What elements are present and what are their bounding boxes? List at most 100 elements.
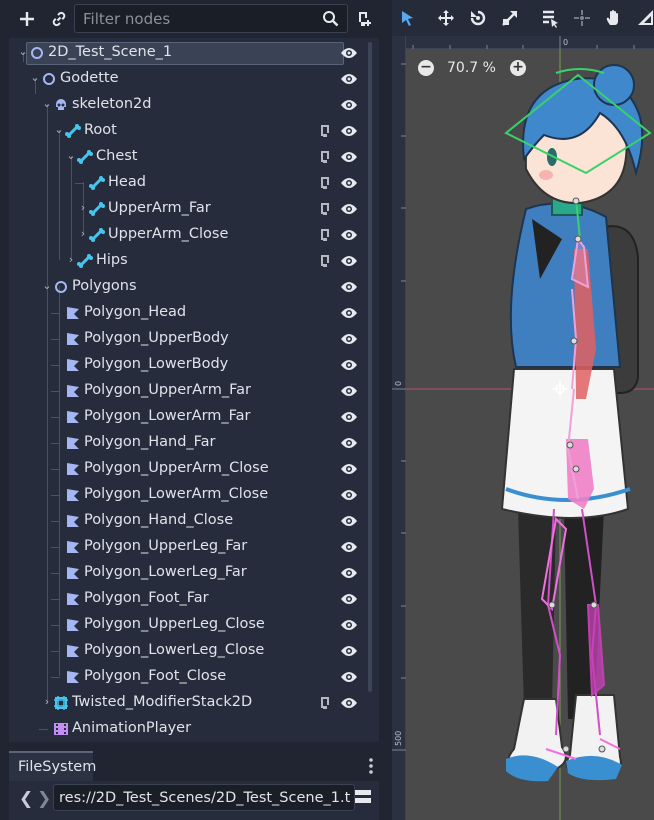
filter-nodes-input[interactable] <box>75 5 305 32</box>
pan-icon[interactable] <box>604 8 624 28</box>
tree-item[interactable]: Head <box>9 170 369 196</box>
visibility-eye-icon[interactable] <box>340 124 358 138</box>
chevron-down-icon[interactable]: ⌄ <box>17 45 29 59</box>
script-icon[interactable] <box>318 254 332 268</box>
script-icon[interactable] <box>318 124 332 138</box>
tree-item[interactable]: Polygon_LowerBody <box>9 352 369 378</box>
script-icon[interactable] <box>318 176 332 190</box>
add-node-button[interactable] <box>14 6 40 32</box>
script-icon[interactable] <box>318 228 332 242</box>
visibility-eye-icon[interactable] <box>340 436 358 450</box>
tree-item[interactable]: Polygon_LowerLeg_Far <box>9 560 369 586</box>
visibility-eye-icon[interactable] <box>340 98 358 112</box>
visibility-eye-icon[interactable] <box>340 150 358 164</box>
path-field[interactable] <box>53 784 355 811</box>
chevron-down-icon[interactable]: ⌄ <box>29 71 41 85</box>
visibility-eye-icon[interactable] <box>340 618 358 632</box>
tree-item[interactable]: ⌄ Chest <box>9 144 369 170</box>
path-input[interactable] <box>54 785 350 810</box>
instance-child-scene-button[interactable] <box>46 7 72 31</box>
visibility-eye-icon[interactable] <box>340 254 358 268</box>
tree-branch <box>51 547 60 548</box>
tree-item[interactable]: ⌄ Polygons <box>9 274 369 300</box>
script-icon[interactable] <box>318 202 332 216</box>
chevron-down-icon[interactable]: ⌄ <box>53 123 65 137</box>
tree-item[interactable]: Polygon_UpperArm_Far <box>9 378 369 404</box>
tree-item-label: 2D_Test_Scene_1 <box>48 44 173 60</box>
tree-item[interactable]: ⌄ skeleton2d <box>9 92 369 118</box>
tree-item[interactable]: Polygon_Hand_Far <box>9 430 369 456</box>
polygon-icon <box>65 305 81 321</box>
tree-item[interactable]: Polygon_Foot_Far <box>9 586 369 612</box>
tab-filesystem[interactable]: FileSystem <box>9 751 96 781</box>
tree-item[interactable]: Polygon_UpperBody <box>9 326 369 352</box>
scale-icon[interactable] <box>500 8 520 28</box>
visibility-eye-icon[interactable] <box>340 280 358 294</box>
chevron-left-icon[interactable]: ❮ <box>19 789 33 809</box>
visibility-eye-icon[interactable] <box>340 306 358 320</box>
tree-item[interactable]: › Twisted_ModifierStack2D <box>9 690 369 716</box>
visibility-eye-icon[interactable] <box>340 462 358 476</box>
visibility-eye-icon[interactable] <box>340 488 358 502</box>
canvas-2d[interactable]: − 70.7 % + <box>406 49 654 820</box>
chevron-down-icon[interactable]: ⌄ <box>41 279 53 293</box>
visibility-eye-icon[interactable] <box>340 670 358 684</box>
rotate-icon[interactable] <box>468 8 488 28</box>
filter-nodes-field[interactable] <box>74 4 348 33</box>
zoom-level[interactable]: 70.7 % <box>447 60 496 76</box>
chevron-right-icon[interactable]: › <box>65 253 77 267</box>
visibility-eye-icon[interactable] <box>340 384 358 398</box>
attach-script-button[interactable] <box>352 7 376 31</box>
visibility-eye-icon[interactable] <box>340 46 358 60</box>
select-icon[interactable] <box>397 8 417 28</box>
visibility-eye-icon[interactable] <box>340 332 358 346</box>
visibility-eye-icon[interactable] <box>340 540 358 554</box>
chevron-down-icon[interactable]: ⌄ <box>65 149 77 163</box>
tree-item[interactable]: Polygon_UpperLeg_Far <box>9 534 369 560</box>
tree-item[interactable]: Polygon_LowerLeg_Close <box>9 638 369 664</box>
tree-item[interactable]: ⌄ Root <box>9 118 369 144</box>
visibility-eye-icon[interactable] <box>340 358 358 372</box>
chevron-down-icon[interactable]: ⌄ <box>41 97 53 111</box>
tree-item[interactable]: Polygon_Hand_Close <box>9 508 369 534</box>
tree-item[interactable]: Polygon_UpperLeg_Close <box>9 612 369 638</box>
tree-item[interactable]: Polygon_UpperArm_Close <box>9 456 369 482</box>
visibility-eye-icon[interactable] <box>340 72 358 86</box>
script-icon[interactable] <box>318 696 332 710</box>
visibility-eye-icon[interactable] <box>340 176 358 190</box>
visibility-eye-icon[interactable] <box>340 592 358 606</box>
zoom-out-button[interactable]: − <box>418 60 434 76</box>
chevron-right-icon[interactable]: › <box>77 201 89 215</box>
tree-item[interactable]: Polygon_LowerArm_Far <box>9 404 369 430</box>
tree-item[interactable]: ⌄ 2D_Test_Scene_1 <box>9 40 369 66</box>
tree-item[interactable]: AnimationPlayer <box>9 716 369 742</box>
visibility-eye-icon[interactable] <box>340 202 358 216</box>
tree-item[interactable]: Polygon_LowerArm_Close <box>9 482 369 508</box>
leg-far <box>518 509 556 709</box>
list-select-icon[interactable] <box>540 8 560 28</box>
ruler-top-label-0: 0 <box>563 38 568 47</box>
script-icon[interactable] <box>318 150 332 164</box>
tree-item[interactable]: ⌄ Godette <box>9 66 369 92</box>
visibility-eye-icon[interactable] <box>340 410 358 424</box>
tree-scrollbar[interactable] <box>368 42 372 692</box>
tree-item[interactable]: › Hips <box>9 248 369 274</box>
move-icon[interactable] <box>436 8 456 28</box>
visibility-eye-icon[interactable] <box>340 644 358 658</box>
ruler-icon[interactable] <box>636 8 654 28</box>
pivot-icon[interactable] <box>572 8 592 28</box>
visibility-eye-icon[interactable] <box>340 514 358 528</box>
tree-item[interactable]: Polygon_Foot_Close <box>9 664 369 690</box>
tree-item[interactable]: Polygon_Head <box>9 300 369 326</box>
visibility-eye-icon[interactable] <box>340 228 358 242</box>
list-view-icon[interactable] <box>355 788 371 804</box>
zoom-in-button[interactable]: + <box>509 60 526 76</box>
chevron-right-icon[interactable]: › <box>41 695 53 709</box>
tree-item[interactable]: › UpperArm_Far <box>9 196 369 222</box>
tree-item[interactable]: › UpperArm_Close <box>9 222 369 248</box>
chevron-right-icon[interactable]: › <box>77 227 89 241</box>
visibility-eye-icon[interactable] <box>340 696 358 710</box>
chevron-right-icon[interactable]: ❯ <box>37 789 51 809</box>
visibility-eye-icon[interactable] <box>340 566 358 580</box>
kebab-menu-icon[interactable] <box>367 756 375 776</box>
